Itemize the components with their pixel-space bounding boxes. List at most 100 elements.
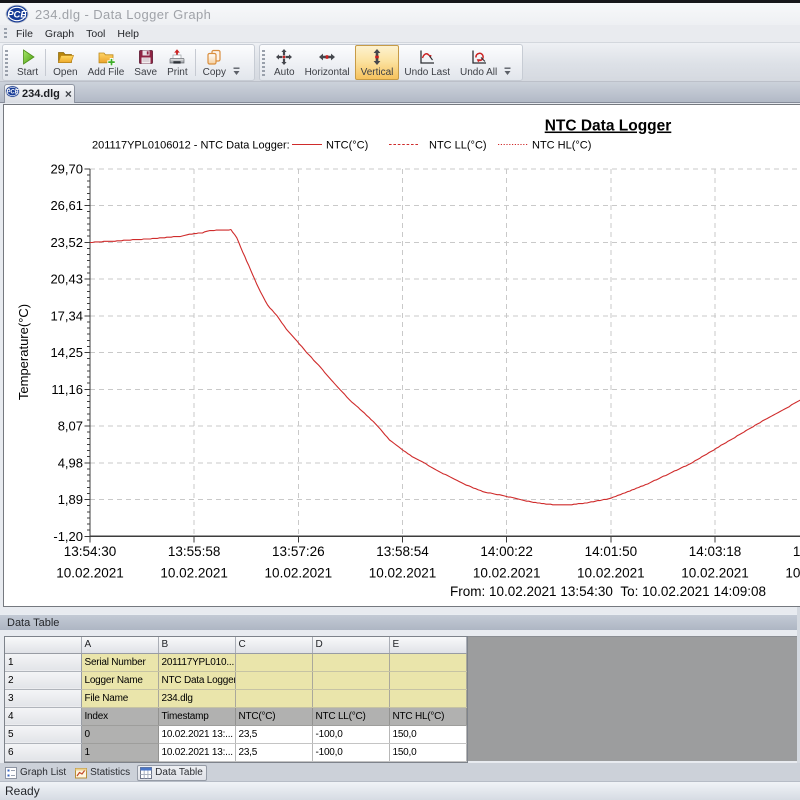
cell[interactable]: 23,5 bbox=[235, 725, 312, 743]
row-header-2[interactable]: 2 bbox=[5, 671, 81, 689]
column-header-a[interactable]: A bbox=[81, 637, 158, 653]
cell[interactable]: Index bbox=[81, 707, 158, 725]
chart-canvas[interactable]: NTC Data Logger201117YPL0106012 - NTC Da… bbox=[3, 104, 800, 607]
open-button[interactable]: Open bbox=[48, 45, 82, 80]
menu-graph[interactable]: Graph bbox=[39, 28, 80, 40]
svg-text:PCE: PCE bbox=[6, 90, 19, 96]
print-button[interactable]: Print bbox=[162, 45, 193, 80]
svg-text:NTC HL(°C): NTC HL(°C) bbox=[532, 140, 591, 152]
table-row: 5010.02.2021 13:...23,5-100,0150,0 bbox=[5, 725, 466, 743]
column-header-d[interactable]: D bbox=[312, 637, 389, 653]
toolbar-grip-handle[interactable] bbox=[262, 50, 265, 76]
open-icon bbox=[55, 48, 75, 66]
view-tab-statistics[interactable]: Statistics bbox=[73, 765, 133, 781]
table-row: 1Serial Number201117YPL010... bbox=[5, 653, 466, 671]
data-table-grid[interactable]: ABCDE1Serial Number201117YPL010...2Logge… bbox=[4, 636, 468, 763]
cell[interactable]: NTC(°C) bbox=[235, 707, 312, 725]
cell[interactable]: 1 bbox=[81, 743, 158, 761]
toolbar-button-label: Auto bbox=[274, 67, 295, 78]
toolbar: Start OpenAdd FileSavePrintCopy Auto Horizo… bbox=[0, 43, 800, 82]
cell[interactable]: Serial Number bbox=[81, 653, 158, 671]
view-tab-label: Statistics bbox=[90, 767, 130, 778]
cell[interactable]: 234.dlg bbox=[158, 689, 235, 707]
horizontal-button[interactable]: Horizontal bbox=[300, 45, 355, 80]
row-header-1[interactable]: 1 bbox=[5, 653, 81, 671]
save-button[interactable]: Save bbox=[129, 45, 162, 80]
undo-all-icon bbox=[469, 48, 489, 66]
cell[interactable] bbox=[312, 653, 389, 671]
svg-text:14:04:46: 14:04:46 bbox=[793, 544, 800, 559]
svg-text:10.02.2021: 10.02.2021 bbox=[681, 566, 749, 581]
cell[interactable] bbox=[235, 689, 312, 707]
svg-text:10.02.2021: 10.02.2021 bbox=[785, 566, 800, 581]
panel-splitter[interactable] bbox=[0, 607, 800, 614]
cell[interactable] bbox=[312, 689, 389, 707]
svg-text:14:01:50: 14:01:50 bbox=[585, 544, 638, 559]
menu-file[interactable]: File bbox=[10, 28, 39, 40]
undo-all-button[interactable]: Undo All bbox=[455, 45, 502, 80]
start-icon bbox=[18, 48, 38, 66]
cell[interactable]: File Name bbox=[81, 689, 158, 707]
cell[interactable]: NTC Data Logger bbox=[158, 671, 235, 689]
cell[interactable] bbox=[235, 671, 312, 689]
svg-text:4,98: 4,98 bbox=[58, 455, 83, 470]
cell[interactable] bbox=[312, 671, 389, 689]
svg-text:10.02.2021: 10.02.2021 bbox=[577, 566, 645, 581]
view-tab-data-table[interactable]: Data Table bbox=[137, 765, 207, 781]
cell[interactable]: 201117YPL010... bbox=[158, 653, 235, 671]
cell[interactable]: Timestamp bbox=[158, 707, 235, 725]
cell[interactable]: Logger Name bbox=[81, 671, 158, 689]
tab-close-icon[interactable]: × bbox=[65, 89, 72, 99]
title-bar: PCE 234.dlg - Data Logger Graph bbox=[0, 3, 800, 25]
row-header-6[interactable]: 6 bbox=[5, 743, 81, 761]
cell[interactable] bbox=[389, 671, 466, 689]
view-tab-graph-list[interactable]: Graph List bbox=[3, 765, 69, 781]
start-button[interactable]: Start bbox=[12, 45, 43, 80]
document-tab-bar: PCE 234.dlg × bbox=[0, 82, 800, 103]
cell[interactable]: 150,0 bbox=[389, 725, 466, 743]
cell[interactable]: 10.02.2021 13:... bbox=[158, 725, 235, 743]
toolbar-overflow-icon[interactable] bbox=[502, 45, 513, 80]
toolbar-button-label: Start bbox=[17, 67, 38, 78]
cell[interactable]: -100,0 bbox=[312, 743, 389, 761]
row-header-5[interactable]: 5 bbox=[5, 725, 81, 743]
menu-tool[interactable]: Tool bbox=[80, 28, 111, 40]
cell[interactable] bbox=[389, 653, 466, 671]
cell[interactable]: NTC LL(°C) bbox=[312, 707, 389, 725]
copy-button[interactable]: Copy bbox=[198, 45, 231, 80]
document-tab[interactable]: PCE 234.dlg × bbox=[4, 84, 75, 103]
column-header-e[interactable]: E bbox=[389, 637, 466, 653]
svg-text:NTC Data Logger: NTC Data Logger bbox=[545, 118, 672, 135]
data-table-icon bbox=[140, 767, 152, 779]
cell[interactable]: 23,5 bbox=[235, 743, 312, 761]
cell[interactable] bbox=[235, 653, 312, 671]
cell[interactable]: 150,0 bbox=[389, 743, 466, 761]
row-header-4[interactable]: 4 bbox=[5, 707, 81, 725]
document-tab-label: 234.dlg bbox=[22, 88, 60, 100]
vertical-button[interactable]: Vertical bbox=[355, 45, 400, 80]
spreadsheet: ABCDE1Serial Number201117YPL010...2Logge… bbox=[5, 637, 467, 762]
row-header-3[interactable]: 3 bbox=[5, 689, 81, 707]
toolbar-separator bbox=[195, 49, 196, 76]
cell[interactable]: 10.02.2021 13:... bbox=[158, 743, 235, 761]
cell[interactable]: NTC HL(°C) bbox=[389, 707, 466, 725]
menu-help[interactable]: Help bbox=[111, 28, 145, 40]
add-file-button[interactable]: Add File bbox=[83, 45, 130, 80]
undo-last-icon bbox=[417, 48, 437, 66]
undo-last-button[interactable]: Undo Last bbox=[399, 45, 455, 80]
toolbar-group-1: Start OpenAdd FileSavePrintCopy bbox=[2, 44, 255, 81]
toolbar-overflow-icon[interactable] bbox=[231, 45, 242, 80]
data-table-panel-caption: Data Table bbox=[0, 614, 800, 630]
cell[interactable] bbox=[389, 689, 466, 707]
auto-button[interactable]: Auto bbox=[269, 45, 300, 80]
table-row: 3File Name234.dlg bbox=[5, 689, 466, 707]
menu-grip-handle[interactable] bbox=[4, 28, 7, 40]
column-header-c[interactable]: C bbox=[235, 637, 312, 653]
toolbar-grip-handle[interactable] bbox=[5, 50, 8, 76]
svg-text:1,89: 1,89 bbox=[58, 492, 83, 507]
corner-cell[interactable] bbox=[5, 637, 81, 653]
column-header-b[interactable]: B bbox=[158, 637, 235, 653]
cell[interactable]: 0 bbox=[81, 725, 158, 743]
auto-icon bbox=[274, 48, 294, 66]
cell[interactable]: -100,0 bbox=[312, 725, 389, 743]
